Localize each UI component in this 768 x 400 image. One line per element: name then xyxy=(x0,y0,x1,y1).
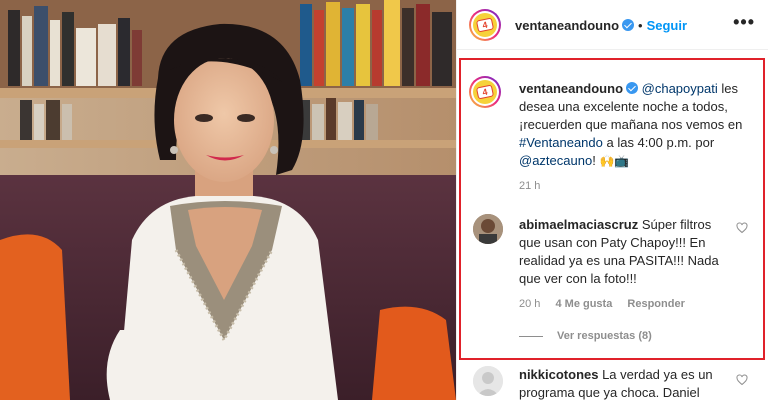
replies-divider xyxy=(519,335,543,337)
caption-username[interactable]: ventaneandouno xyxy=(519,81,623,96)
like-heart-icon[interactable] xyxy=(736,222,748,234)
reply-button[interactable]: Responder xyxy=(627,298,684,310)
mention-link[interactable]: @aztecauno xyxy=(519,153,592,168)
view-replies-button[interactable]: Ver respuestas (8) xyxy=(519,330,652,342)
post-photo[interactable] xyxy=(0,0,456,400)
header-meta: ventaneandouno • Seguir xyxy=(515,17,687,35)
comment-text: abimaelmaciascruz Súper filtros que usan… xyxy=(519,216,729,288)
comment-likes[interactable]: 4 Me gusta xyxy=(555,298,612,310)
comment-username[interactable]: abimaelmaciascruz xyxy=(519,217,638,232)
channel-logo-icon: 4 xyxy=(475,17,495,33)
caption-avatar[interactable]: 4 xyxy=(469,76,501,108)
comment-username[interactable]: nikkicotones xyxy=(519,367,598,382)
verified-icon xyxy=(626,82,639,94)
post-image xyxy=(0,0,456,400)
verified-icon xyxy=(622,19,635,31)
account-avatar[interactable]: 4 xyxy=(469,9,501,41)
hashtag-link[interactable]: #Ventaneando xyxy=(519,135,603,150)
separator-dot: • xyxy=(638,18,643,33)
comment-text: nikkicotones La verdad ya es un programa… xyxy=(519,366,729,400)
follow-button[interactable]: Seguir xyxy=(647,18,687,33)
post-sidebar: 4 ventaneandouno • Seguir ••• 4 ventaneand… xyxy=(456,0,768,400)
caption-emojis: 🙌📺 xyxy=(599,154,630,168)
view-replies-label: Ver respuestas (8) xyxy=(557,330,652,342)
commenter-avatar[interactable] xyxy=(473,214,503,244)
like-heart-icon[interactable] xyxy=(736,374,748,386)
commenter-avatar[interactable] xyxy=(473,366,503,396)
caption-text: ventaneandouno @chapoypati les desea una… xyxy=(519,80,759,170)
caption-timestamp[interactable]: 21 h xyxy=(519,180,540,192)
channel-logo-icon: 4 xyxy=(475,84,495,100)
more-options-icon[interactable]: ••• xyxy=(733,13,755,31)
mention-link[interactable]: @chapoypati xyxy=(642,81,718,96)
caption-body: a las 4:00 p.m. por xyxy=(602,135,715,150)
post-header: 4 ventaneandouno • Seguir ••• xyxy=(457,0,768,50)
comment-meta: 20 h 4 Me gusta Responder xyxy=(519,298,697,310)
comment-timestamp[interactable]: 20 h xyxy=(519,298,540,310)
account-username[interactable]: ventaneandouno xyxy=(515,18,619,33)
